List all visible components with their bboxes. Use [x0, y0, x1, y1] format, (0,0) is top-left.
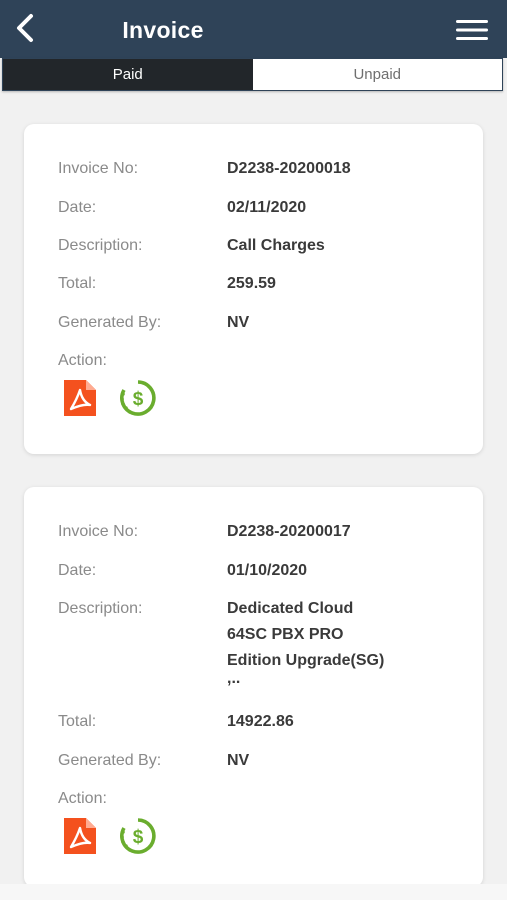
action-label: Action: [58, 790, 107, 807]
description-label: Description: [58, 237, 143, 254]
download-pdf-button[interactable] [62, 816, 102, 856]
total-value: 259.59 [227, 275, 276, 292]
date-value: 01/10/2020 [227, 562, 308, 579]
pdf-icon [64, 818, 96, 854]
generated-by-value: NV [227, 314, 250, 331]
date-label: Date: [58, 562, 97, 579]
svg-text:$: $ [133, 389, 144, 410]
description-line-4: ,.. [227, 670, 241, 687]
generated-by-value: NV [227, 752, 250, 769]
app-header: Invoice [0, 0, 507, 58]
description-value: Call Charges [227, 237, 325, 254]
description-label: Description: [58, 600, 143, 617]
invoice-tabs: Paid Unpaid [2, 58, 503, 91]
invoice-no-value: D2238-20200017 [227, 523, 351, 540]
invoice-card: Invoice No: D2238-20200018 Date: 02/11/2… [24, 124, 483, 454]
invoice-no-label: Invoice No: [58, 523, 139, 540]
svg-text:$: $ [133, 827, 144, 848]
total-value: 14922.86 [227, 713, 294, 730]
generated-by-label: Generated By: [58, 752, 162, 769]
pdf-icon [64, 380, 96, 416]
total-label: Total: [58, 713, 97, 730]
download-pdf-button[interactable] [62, 378, 102, 418]
payment-refresh-icon: $ [120, 380, 156, 416]
page-title: Invoice [122, 17, 204, 43]
description-line-2: 64SC PBX PRO [227, 626, 344, 643]
tab-paid[interactable]: Paid [3, 59, 253, 90]
payment-button[interactable]: $ [118, 378, 158, 418]
date-label: Date: [58, 199, 97, 216]
payment-button[interactable]: $ [118, 816, 158, 856]
action-label: Action: [58, 352, 107, 369]
menu-button[interactable] [452, 14, 492, 46]
bottom-bar [0, 884, 507, 900]
generated-by-label: Generated By: [58, 314, 162, 331]
invoice-no-value: D2238-20200018 [227, 160, 351, 177]
invoice-card: Invoice No: D2238-20200017 Date: 01/10/2… [24, 487, 483, 887]
payment-refresh-icon: $ [120, 818, 156, 854]
date-value: 02/11/2020 [227, 199, 307, 216]
invoice-no-label: Invoice No: [58, 160, 139, 177]
description-line-1: Dedicated Cloud [227, 600, 354, 617]
hamburger-menu-icon [456, 20, 488, 40]
tab-unpaid[interactable]: Unpaid [252, 59, 502, 90]
total-label: Total: [58, 275, 97, 292]
